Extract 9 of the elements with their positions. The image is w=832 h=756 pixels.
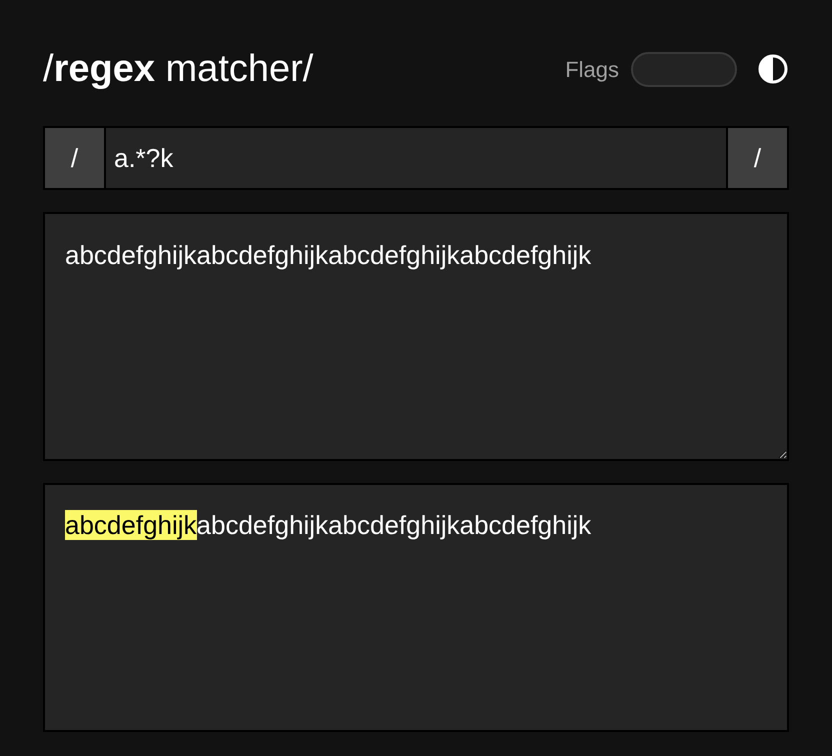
theme-toggle-icon[interactable]	[757, 53, 789, 85]
app-title: /regex matcher/	[43, 50, 314, 88]
result-text: abcdefghijkabcdefghijkabcdefghijkabcdefghijk	[65, 509, 592, 542]
delimiter: /	[728, 128, 787, 188]
flags-field[interactable]	[631, 52, 737, 86]
flags-label: Flags	[565, 56, 619, 84]
pattern-field[interactable]: a.*?k	[106, 128, 726, 188]
test-text-field[interactable]: abcdefghijkabcdefghijkabcdefghijkabcdefghijk	[43, 212, 789, 461]
delimiter: /	[45, 128, 104, 188]
